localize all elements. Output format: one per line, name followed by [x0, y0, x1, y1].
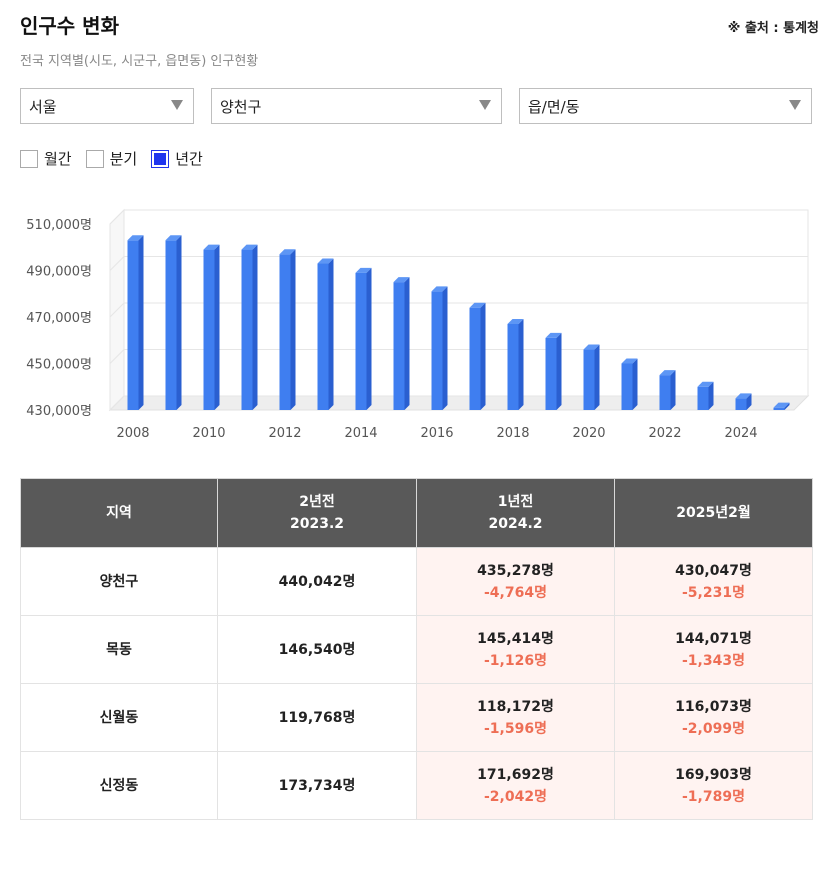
value-2025-cell: 430,047명 -5,231명 [614, 547, 813, 616]
bar [317, 263, 329, 410]
bar [507, 323, 519, 410]
monthly-checkbox[interactable] [20, 149, 38, 168]
value-2024-cell: 435,278명 -4,764명 [416, 547, 615, 616]
bar [165, 240, 177, 410]
x-tick-label: 2022 [648, 426, 681, 441]
value-2024-cell: 118,172명 -1,596명 [416, 683, 615, 752]
y-tick-label: 510,000명 [26, 218, 92, 233]
table-row: 신정동 173,734명 171,692명 -2,042명 169,903명 -1,… [20, 751, 813, 820]
value-2023-cell: 440,042명 [217, 547, 417, 616]
bar [431, 291, 443, 410]
value-2023-cell: 119,768명 [217, 683, 417, 752]
bar-side [404, 277, 410, 410]
y-tick-label: 490,000명 [26, 265, 92, 280]
y-tick-label: 450,000명 [26, 358, 92, 373]
district-select-value: 양천구 [220, 97, 262, 116]
value-2024-cell: 145,414명 -1,126명 [416, 615, 615, 684]
header-two-years-ago: 2년전 2023.2 [217, 478, 417, 548]
x-tick-label: 2018 [496, 426, 529, 441]
bar-side [632, 358, 638, 410]
page-title: 인구수 변화 [20, 14, 119, 38]
period-monthly-option[interactable]: 월간 [20, 148, 72, 169]
bar [393, 282, 405, 410]
bar [583, 349, 595, 410]
bar-side [518, 318, 524, 410]
region-cell: 신월동 [20, 683, 218, 752]
quarterly-checkbox[interactable] [85, 149, 104, 168]
period-yearly-option[interactable]: 년간 [151, 148, 203, 169]
yearly-checkbox[interactable] [151, 149, 170, 168]
bar-side [214, 244, 220, 410]
table-header-row: 지역 2년전 2023.2 1년전 2024.2 2025년2월 [20, 478, 813, 548]
x-tick-label: 2008 [116, 426, 149, 441]
x-tick-label: 2024 [724, 426, 757, 441]
page-subtitle: 전국 지역별(시도, 시군구, 읍면동) 인구현황 [20, 54, 259, 69]
period-quarterly-option[interactable]: 분기 [85, 148, 138, 169]
x-tick-label: 2016 [420, 426, 453, 441]
x-tick-label: 2020 [572, 426, 605, 441]
table-row: 신월동 119,768명 118,172명 -1,596명 116,073명 -2,… [20, 683, 813, 752]
bar-side [328, 258, 334, 410]
quarterly-label: 분기 [109, 150, 138, 168]
town-select-value: 읍/면/동 [528, 97, 580, 116]
bar-side [366, 267, 372, 410]
bar [659, 375, 671, 410]
bar [203, 249, 215, 410]
bar [621, 363, 633, 410]
value-2025-cell: 169,903명 -1,789명 [614, 751, 813, 820]
table-row: 양천구 440,042명 435,278명 -4,764명 430,047명 -5,… [20, 547, 813, 616]
header-current: 2025년2월 [614, 478, 813, 548]
bar [241, 249, 253, 410]
bar [355, 272, 367, 410]
town-select[interactable]: 읍/면/동 [519, 88, 812, 124]
bar-side [176, 235, 182, 410]
value-2025-cell: 116,073명 -2,099명 [614, 683, 813, 752]
population-table: 지역 2년전 2023.2 1년전 2024.2 2025년2월 양천구 440,0… [20, 478, 813, 820]
bar-side [442, 286, 448, 410]
x-tick-label: 2012 [268, 426, 301, 441]
bar-side [290, 249, 296, 410]
header-region: 지역 [20, 478, 218, 548]
x-tick-label: 2010 [192, 426, 225, 441]
y-tick-label: 430,000명 [26, 404, 92, 419]
region-cell: 양천구 [20, 547, 218, 616]
value-2024-cell: 171,692명 -2,042명 [416, 751, 615, 820]
bar [773, 407, 785, 410]
yearly-label: 년간 [175, 150, 203, 168]
region-cell: 신정동 [20, 751, 218, 820]
bar [127, 240, 139, 410]
bar [279, 254, 291, 410]
bar [469, 307, 481, 410]
bar [545, 337, 557, 410]
bar-side [252, 244, 258, 410]
chevron-down-icon [789, 100, 801, 110]
table-row: 목동 146,540명 145,414명 -1,126명 144,071명 -1,3… [20, 615, 813, 684]
province-select-value: 서울 [29, 97, 57, 116]
period-options: 월간 분기 년간 [20, 148, 217, 169]
chevron-down-icon [479, 100, 491, 110]
monthly-label: 월간 [44, 150, 72, 168]
district-select[interactable]: 양천구 [211, 88, 502, 124]
bar-side [480, 302, 486, 410]
chevron-down-icon [171, 100, 183, 110]
value-2023-cell: 146,540명 [217, 615, 417, 684]
bar-side [670, 370, 676, 410]
source-label: ※ 출처 : 통계청 [727, 21, 819, 36]
bar [697, 386, 709, 410]
value-2025-cell: 144,071명 -1,343명 [614, 615, 813, 684]
bar [735, 398, 747, 410]
province-select[interactable]: 서울 [20, 88, 194, 124]
bar-side [594, 344, 600, 410]
x-tick-label: 2014 [344, 426, 377, 441]
population-bar-chart: 430,000명 450,000명 470,000명 490,000명 510,000명… [26, 208, 810, 441]
bar-side [556, 332, 562, 410]
value-2023-cell: 173,734명 [217, 751, 417, 820]
region-cell: 목동 [20, 615, 218, 684]
bar-side [138, 235, 144, 410]
header-one-year-ago: 1년전 2024.2 [416, 478, 615, 548]
y-tick-label: 470,000명 [26, 311, 92, 326]
